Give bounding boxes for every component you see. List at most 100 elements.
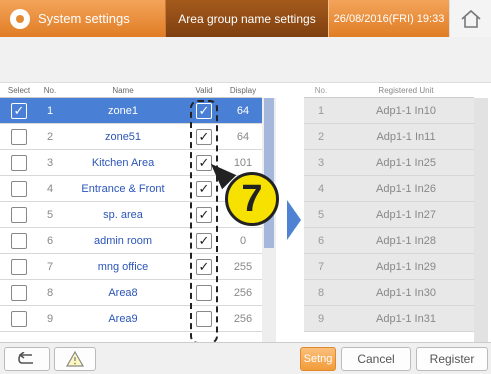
row-name: zone51 [104, 130, 142, 143]
area-group-name-settings-tab[interactable]: Area group name settings [165, 0, 328, 37]
callout-label: 7 [241, 177, 263, 220]
select-checkbox[interactable] [11, 310, 27, 327]
col-select: Select [7, 86, 31, 95]
unit-row-no: 3 [317, 156, 325, 169]
row-name: Area9 [108, 312, 138, 325]
select-checkbox[interactable]: ✓ [11, 102, 27, 119]
back-button[interactable] [4, 347, 50, 371]
registered-unit-name: Adp1-1 In11 [376, 130, 436, 143]
table-row[interactable]: 1 Adp1-1 In10 [304, 98, 474, 124]
register-button[interactable]: Register [416, 347, 488, 371]
table-row[interactable]: 7 mng office ✓ 255 [0, 254, 262, 280]
select-cell[interactable] [0, 284, 38, 301]
table-row[interactable]: 2 Adp1-1 In11 [304, 124, 474, 150]
table-row[interactable]: 4 Adp1-1 In26 [304, 176, 474, 202]
registered-unit-name: Adp1-1 In10 [376, 104, 436, 117]
registered-unit-name: Adp1-1 In30 [376, 286, 436, 299]
table-row[interactable]: ✓ 1 zone1 ✓ 64 [0, 98, 262, 124]
row-name: Kitchen Area [91, 156, 155, 169]
select-cell[interactable] [0, 258, 38, 275]
row-name: mng office [97, 260, 149, 273]
select-checkbox[interactable] [11, 258, 27, 275]
left-scrollbar-thumb[interactable] [264, 98, 274, 248]
select-checkbox[interactable] [11, 206, 27, 223]
table-row[interactable]: 9 Adp1-1 In31 [304, 306, 474, 332]
select-checkbox[interactable] [11, 284, 27, 301]
area-group-table: Select No. Name Valid Display ✓ 1 zone1 ✓ 64… [0, 84, 262, 332]
select-cell[interactable] [0, 310, 38, 327]
table-row[interactable]: 8 Area8 256 [0, 280, 262, 306]
home-icon [460, 9, 481, 28]
unit-row-no: 9 [317, 312, 325, 325]
unit-row-no: 5 [317, 208, 325, 221]
registered-unit-name: Adp1-1 In25 [376, 156, 436, 169]
table-row[interactable]: 5 Adp1-1 In27 [304, 202, 474, 228]
table-row[interactable]: 5 sp. area ✓ [0, 202, 262, 228]
system-settings-tab[interactable]: System settings [0, 0, 165, 37]
row-display: 0 [239, 234, 247, 247]
row-no: 7 [46, 260, 54, 273]
unit-row-no: 6 [317, 234, 325, 247]
col-registered-unit: Registered Unit [378, 86, 434, 95]
row-name: admin room [93, 234, 153, 247]
cancel-button[interactable]: Cancel [341, 347, 411, 371]
registered-unit-name: Adp1-1 In31 [376, 312, 436, 325]
valid-column-highlight [190, 100, 218, 344]
datetime-display: 26/08/2016(FRI) 19:33 [328, 0, 449, 37]
select-cell[interactable] [0, 128, 38, 145]
callout-number-badge: 7 [225, 172, 279, 226]
select-checkbox[interactable] [11, 154, 27, 171]
row-name: sp. area [103, 208, 143, 221]
row-display: 255 [233, 260, 253, 273]
row-no: 2 [46, 130, 54, 143]
select-checkbox[interactable] [11, 128, 27, 145]
row-no: 3 [46, 156, 54, 169]
header-bar: System settings Area group name settings… [0, 0, 491, 37]
row-no: 5 [46, 208, 54, 221]
row-name: Entrance & Front [81, 182, 165, 195]
registered-unit-table-header: No. Registered Unit [304, 84, 474, 98]
select-cell[interactable] [0, 154, 38, 171]
row-no: 4 [46, 182, 54, 195]
select-cell[interactable] [0, 206, 38, 223]
table-row[interactable]: 3 Adp1-1 In25 [304, 150, 474, 176]
col-valid: Valid [195, 86, 213, 95]
unit-row-no: 2 [317, 130, 325, 143]
registered-unit-name: Adp1-1 In29 [376, 260, 436, 273]
select-cell[interactable] [0, 232, 38, 249]
select-cell[interactable]: ✓ [0, 102, 38, 119]
row-no: 6 [46, 234, 54, 247]
table-row[interactable]: 6 admin room ✓ 0 [0, 228, 262, 254]
table-row[interactable]: 6 Adp1-1 In28 [304, 228, 474, 254]
row-display: 256 [233, 312, 253, 325]
select-cell[interactable] [0, 180, 38, 197]
registered-unit-name: Adp1-1 In28 [376, 234, 436, 247]
header-section: Area group name settings [178, 11, 316, 26]
home-button[interactable] [449, 0, 491, 37]
right-scrollbar[interactable] [474, 98, 488, 342]
warning-triangle-icon [66, 351, 84, 367]
table-row[interactable]: 2 zone51 ✓ 64 [0, 124, 262, 150]
header-title: System settings [38, 11, 130, 26]
row-display: 256 [233, 286, 253, 299]
col-display: Display [229, 86, 257, 95]
table-row[interactable]: 9 Area9 256 [0, 306, 262, 332]
unit-row-no: 1 [317, 104, 325, 117]
unit-row-no: 8 [317, 286, 325, 299]
gear-icon [10, 8, 30, 29]
return-arrow-icon [18, 352, 33, 364]
table-row[interactable]: 7 Adp1-1 In29 [304, 254, 474, 280]
select-checkbox[interactable] [11, 232, 27, 249]
unit-row-no: 7 [317, 260, 325, 273]
unit-row-no: 4 [317, 182, 325, 195]
row-no: 1 [46, 104, 54, 117]
settings-button[interactable]: Setng [300, 347, 336, 371]
row-display: 101 [233, 156, 253, 169]
table-row[interactable]: 8 Adp1-1 In30 [304, 280, 474, 306]
registered-unit-name: Adp1-1 In26 [376, 182, 436, 195]
row-name: zone1 [108, 104, 138, 117]
select-checkbox[interactable] [11, 180, 27, 197]
area-group-table-header: Select No. Name Valid Display [0, 84, 262, 98]
arrow-right-icon [287, 200, 301, 240]
warning-button[interactable] [54, 347, 96, 371]
